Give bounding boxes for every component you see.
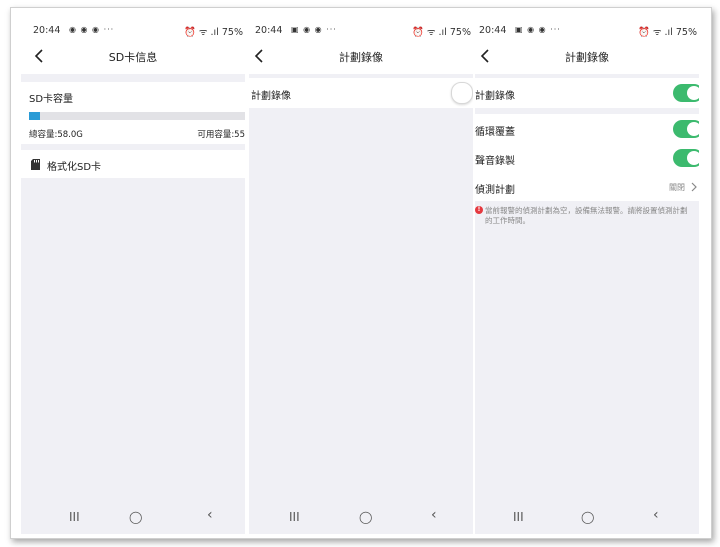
options-card: 循環覆蓋 聲音錄製 偵測計劃 關閉	[475, 114, 699, 201]
schedule-toggle[interactable]	[451, 82, 473, 104]
chevron-right-icon	[691, 182, 697, 192]
format-sd-row[interactable]: 格式化SD卡	[21, 150, 245, 178]
title-bar: 計劃錄像	[249, 40, 473, 74]
system-icons: ⏰ ᯤ .ıl 75%	[184, 27, 243, 38]
title-bar: 計劃錄像	[475, 40, 699, 74]
audio-record-label: 聲音錄製	[475, 156, 515, 167]
status-bar: 20:44 ▣ ◉ ◉ ··· ⏰ ᯤ .ıl 75%	[249, 20, 473, 40]
schedule-row: 計劃錄像	[249, 78, 473, 108]
home-button[interactable]: ◯	[129, 510, 142, 524]
recent-apps-button[interactable]: III	[289, 510, 300, 524]
notification-icons: ▣ ◉ ◉ ···	[291, 25, 337, 34]
audio-record-toggle[interactable]	[673, 149, 699, 167]
detect-plan-row[interactable]: 偵測計劃 關閉	[475, 172, 699, 201]
notification-icons: ▣ ◉ ◉ ···	[515, 25, 561, 34]
status-time: 20:44	[33, 25, 61, 36]
warning-line-1: 當前報警的偵測計劃為空，設備無法報警。請將設置偵測計劃	[485, 206, 688, 215]
android-nav-bar: III ◯ ‹	[249, 504, 473, 534]
sd-card-info-screen: 20:44 ◉ ◉ ◉ ··· ⏰ ᯤ .ıl 75% SD卡信息 SD卡容量 …	[21, 20, 245, 534]
screenshot-frame: 20:44 ◉ ◉ ◉ ··· ⏰ ᯤ .ıl 75% SD卡信息 SD卡容量 …	[10, 7, 712, 539]
capacity-progress-bar	[29, 112, 245, 120]
warning-icon: !	[475, 206, 483, 214]
battery-level: 75%	[449, 27, 471, 38]
capacity-card: SD卡容量 總容量:58.0G 可用容量:55	[21, 82, 245, 144]
battery-level: 75%	[675, 27, 697, 38]
schedule-label: 計劃錄像	[251, 91, 291, 102]
home-button[interactable]: ◯	[359, 510, 372, 524]
back-button[interactable]: ‹	[431, 507, 437, 523]
system-icons: ⏰ ᯤ .ıl 75%	[412, 27, 471, 38]
total-capacity: 總容量:58.0G	[29, 130, 83, 140]
loop-overwrite-label: 循環覆蓋	[475, 127, 515, 138]
sd-card-icon	[31, 159, 40, 170]
recent-apps-button[interactable]: III	[69, 510, 80, 524]
home-button[interactable]: ◯	[581, 510, 594, 524]
status-bar: 20:44 ▣ ◉ ◉ ··· ⏰ ᯤ .ıl 75%	[475, 20, 699, 40]
page-title: SD卡信息	[108, 51, 158, 64]
warning-line-2: 的工作時間。	[485, 216, 530, 225]
schedule-toggle[interactable]	[673, 84, 699, 102]
status-bar: 20:44 ◉ ◉ ◉ ··· ⏰ ᯤ .ıl 75%	[21, 20, 245, 40]
format-sd-label: 格式化SD卡	[47, 162, 102, 173]
capacity-label: SD卡容量	[29, 94, 74, 105]
loop-overwrite-toggle[interactable]	[673, 120, 699, 138]
schedule-recording-screen-on: 20:44 ▣ ◉ ◉ ··· ⏰ ᯤ .ıl 75% 計劃錄像 計劃錄像 循環…	[475, 20, 699, 534]
android-nav-bar: III ◯ ‹	[475, 504, 699, 534]
schedule-recording-screen-off: 20:44 ▣ ◉ ◉ ··· ⏰ ᯤ .ıl 75% 計劃錄像 計劃錄像 II…	[249, 20, 473, 534]
back-button[interactable]: ‹	[653, 507, 659, 523]
detect-plan-value: 關閉	[669, 183, 685, 192]
android-nav-bar: III ◯ ‹	[21, 504, 245, 534]
system-icons: ⏰ ᯤ .ıl 75%	[638, 27, 697, 38]
schedule-row: 計劃錄像	[475, 78, 699, 108]
warning-message: 當前報警的偵測計劃為空，設備無法報警。請將設置偵測計劃 的工作時間。	[485, 206, 699, 226]
page-title: 計劃錄像	[339, 51, 383, 64]
title-bar: SD卡信息	[21, 40, 245, 74]
back-button[interactable]: ‹	[207, 507, 213, 523]
available-capacity: 可用容量:55	[197, 130, 245, 140]
status-time: 20:44	[255, 25, 283, 36]
page-title: 計劃錄像	[565, 51, 609, 64]
recent-apps-button[interactable]: III	[513, 510, 524, 524]
capacity-used-fill	[29, 112, 40, 120]
status-time: 20:44	[479, 25, 507, 36]
schedule-label: 計劃錄像	[475, 91, 515, 102]
detect-plan-label: 偵測計劃	[475, 185, 515, 196]
notification-icons: ◉ ◉ ◉ ···	[69, 25, 115, 34]
battery-level: 75%	[221, 27, 243, 38]
